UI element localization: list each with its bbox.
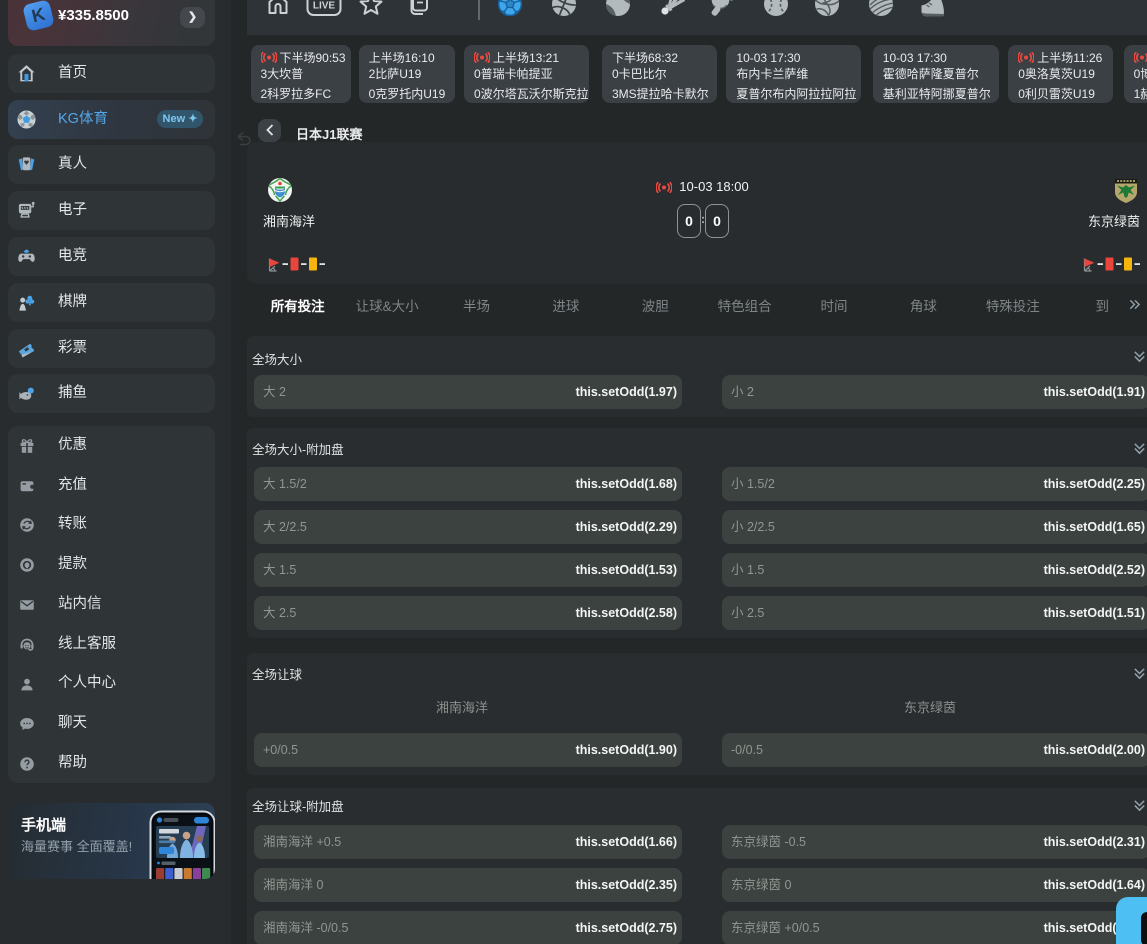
svg-text:LIVE: LIVE xyxy=(313,1,336,12)
